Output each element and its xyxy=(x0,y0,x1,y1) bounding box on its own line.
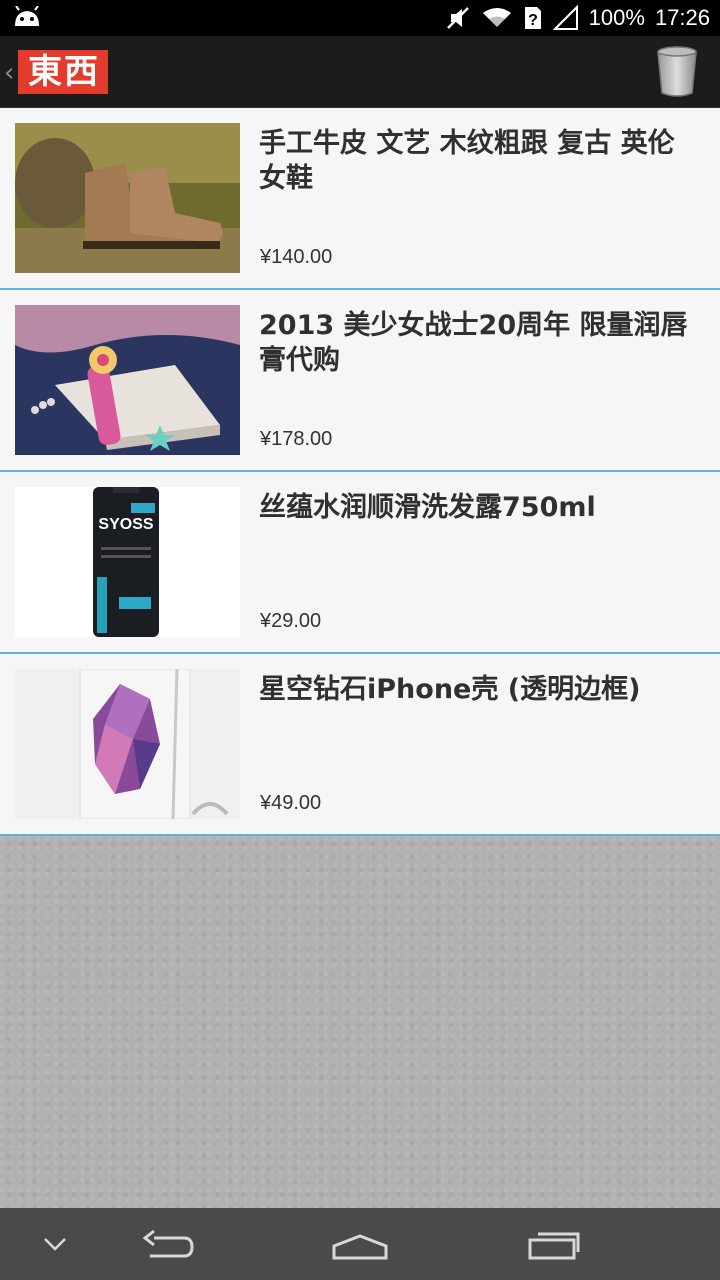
back-chevron-icon[interactable]: ‹ xyxy=(4,58,14,88)
product-title: 丝蕴水润顺滑洗发露750ml xyxy=(259,492,596,523)
empty-background xyxy=(0,836,720,1208)
logo-char-2: 西 xyxy=(64,52,98,92)
product-item[interactable]: 星空钻石iPhone壳 (透明边框) ¥49.00 xyxy=(0,654,720,836)
navigation-bar xyxy=(0,1208,720,1280)
product-price: ¥49.00 xyxy=(260,792,322,814)
product-image-lipbalm xyxy=(15,305,240,455)
product-title: 2013 美少女战士20周年 限量润唇膏代购 xyxy=(259,310,688,376)
app-logo[interactable]: 東 西 xyxy=(18,50,108,94)
battery-percentage: 100% xyxy=(588,5,645,30)
product-title: 星空钻石iPhone壳 (透明边框) xyxy=(259,674,641,705)
sim-unknown-icon: ? xyxy=(524,7,541,29)
product-image-shampoo: SYOSS xyxy=(15,487,240,637)
hide-keyboard-icon[interactable] xyxy=(42,1234,68,1254)
product-list: 手工牛皮 文艺 木纹粗跟 复古 英伦 女鞋 ¥140.00 2013 美少女战士… xyxy=(0,108,720,836)
wifi-icon xyxy=(482,8,511,27)
svg-text:?: ? xyxy=(528,12,538,29)
mute-icon xyxy=(446,7,469,29)
back-icon[interactable] xyxy=(140,1228,196,1264)
action-bar: ‹ 東 西 xyxy=(0,36,720,108)
svg-text:SYOSS: SYOSS xyxy=(98,516,153,533)
product-title: 手工牛皮 文艺 木纹粗跟 复古 英伦 女鞋 xyxy=(259,128,675,194)
logo-char-1: 東 xyxy=(28,52,62,92)
home-icon[interactable] xyxy=(330,1228,390,1264)
product-price: ¥178.00 xyxy=(260,428,333,450)
product-price: ¥29.00 xyxy=(260,610,322,632)
product-image-boots xyxy=(15,123,240,273)
clock: 17:26 xyxy=(654,5,710,30)
product-item[interactable]: 手工牛皮 文艺 木纹粗跟 复古 英伦 女鞋 ¥140.00 xyxy=(0,108,720,290)
signal-icon xyxy=(552,5,578,30)
product-price: ¥140.00 xyxy=(260,246,333,268)
product-image-iphone-case xyxy=(15,669,240,819)
recent-apps-icon[interactable] xyxy=(524,1226,584,1262)
product-item[interactable]: SYOSS 丝蕴水润顺滑洗发露750ml ¥29.00 xyxy=(0,472,720,654)
status-bar: ? 100% 17:26 xyxy=(0,0,720,36)
trash-icon[interactable] xyxy=(654,46,700,98)
product-item[interactable]: 2013 美少女战士20周年 限量润唇膏代购 ¥178.00 xyxy=(0,290,720,472)
android-notification-icon xyxy=(15,6,39,26)
